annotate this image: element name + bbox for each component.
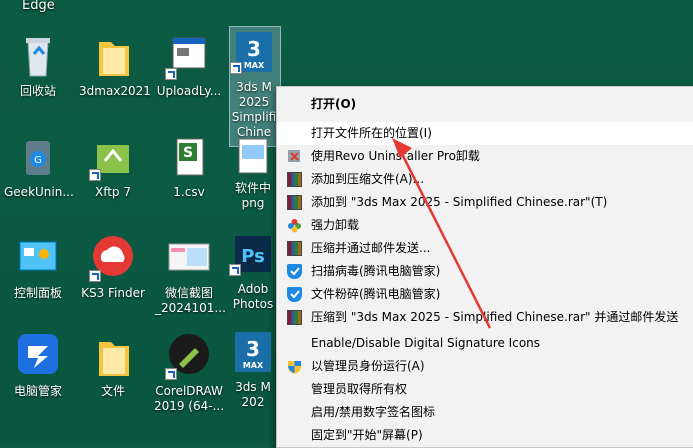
control-panel-icon [14, 234, 62, 282]
desktop-icon-3dsmax-2[interactable]: 3 MAX 3ds M 202 [228, 332, 278, 410]
uac-shield-icon [287, 359, 302, 374]
svg-text:MAX: MAX [243, 361, 264, 370]
shield-icon [287, 287, 302, 302]
rar-icon [287, 172, 302, 187]
menu-item-toggle-signature-icons[interactable]: 启用/禁用数字签名图标 [277, 401, 693, 424]
shortcut-arrow-icon [230, 62, 242, 74]
screenshot-thumbnail-icon [165, 234, 213, 282]
flower-icon [287, 218, 302, 233]
desktop-icon-files[interactable]: 文件 [79, 332, 147, 399]
recycle-bin-icon [14, 32, 62, 80]
desktop-icon-pc-manager[interactable]: 电脑管家 [4, 332, 72, 399]
3dsmax-icon: 3 MAX [229, 332, 277, 380]
folder-icon [89, 332, 137, 380]
shortcut-arrow-icon [89, 270, 101, 282]
desktop-icon-3dmax2021[interactable]: 3dmax2021 [79, 32, 151, 99]
desktop-icon-xftp[interactable]: Xftp 7 [79, 133, 147, 200]
ks3-finder-icon [89, 234, 137, 282]
svg-text:3: 3 [247, 37, 261, 61]
rar-icon [287, 241, 302, 256]
menu-item-open[interactable]: 打开(O) [277, 93, 693, 116]
desktop-icon-control-panel[interactable]: 控制面板 [4, 234, 72, 301]
desktop-icon-recycle-bin[interactable]: 回收站 [4, 32, 72, 99]
pc-manager-icon [14, 332, 62, 380]
menu-item-take-ownership[interactable]: 管理员取得所有权 [277, 378, 693, 401]
svg-text:MAX: MAX [244, 61, 265, 70]
desktop-icon-csv[interactable]: S 1.csv [155, 133, 223, 200]
desktop-icon-uploadly[interactable]: UploadLy... [155, 32, 223, 99]
annotation-arrow-icon [392, 138, 492, 329]
shortcut-arrow-icon [89, 169, 101, 181]
photoshop-icon: Ps [229, 234, 277, 282]
geek-uninstaller-icon: G [14, 133, 62, 181]
3dsmax-icon: 3 MAX [230, 32, 278, 80]
desktop-icon-wechat-screenshot[interactable]: 微信截图 _2024101... [155, 234, 226, 316]
xftp-icon [89, 133, 137, 181]
desktop-icon-photoshop[interactable]: Ps Adob Photos [228, 234, 278, 312]
spreadsheet-file-icon: S [165, 133, 213, 181]
shield-icon [287, 264, 302, 279]
revo-icon [287, 149, 302, 164]
app-window-icon [165, 32, 213, 80]
coreldraw-icon [165, 332, 213, 380]
desktop-icon-ks3finder[interactable]: KS3 Finder [79, 234, 147, 301]
shortcut-arrow-icon [165, 368, 177, 380]
menu-item-run-as-admin[interactable]: 以管理员身份运行(A) [277, 355, 693, 378]
rar-icon [287, 310, 302, 325]
menu-item-pin-to-start[interactable]: 固定到"开始"屏幕(P) [277, 424, 693, 447]
edge-label[interactable]: Edge [22, 0, 55, 13]
svg-text:G: G [34, 155, 42, 166]
svg-text:S: S [183, 145, 193, 161]
desktop-icon-software-png[interactable]: 软件中 png [228, 133, 278, 211]
svg-text:Ps: Ps [241, 246, 265, 267]
folder-icon [89, 32, 137, 80]
svg-text:3: 3 [246, 337, 260, 361]
image-file-icon [229, 133, 277, 181]
rar-icon [287, 195, 302, 210]
shortcut-arrow-icon [229, 264, 241, 276]
desktop-icon-coreldraw[interactable]: CorelDRAW 2019 (64-... [150, 332, 228, 414]
desktop-icon-geekuninstaller[interactable]: G GeekUnin... [4, 133, 74, 200]
shortcut-arrow-icon [165, 68, 177, 80]
